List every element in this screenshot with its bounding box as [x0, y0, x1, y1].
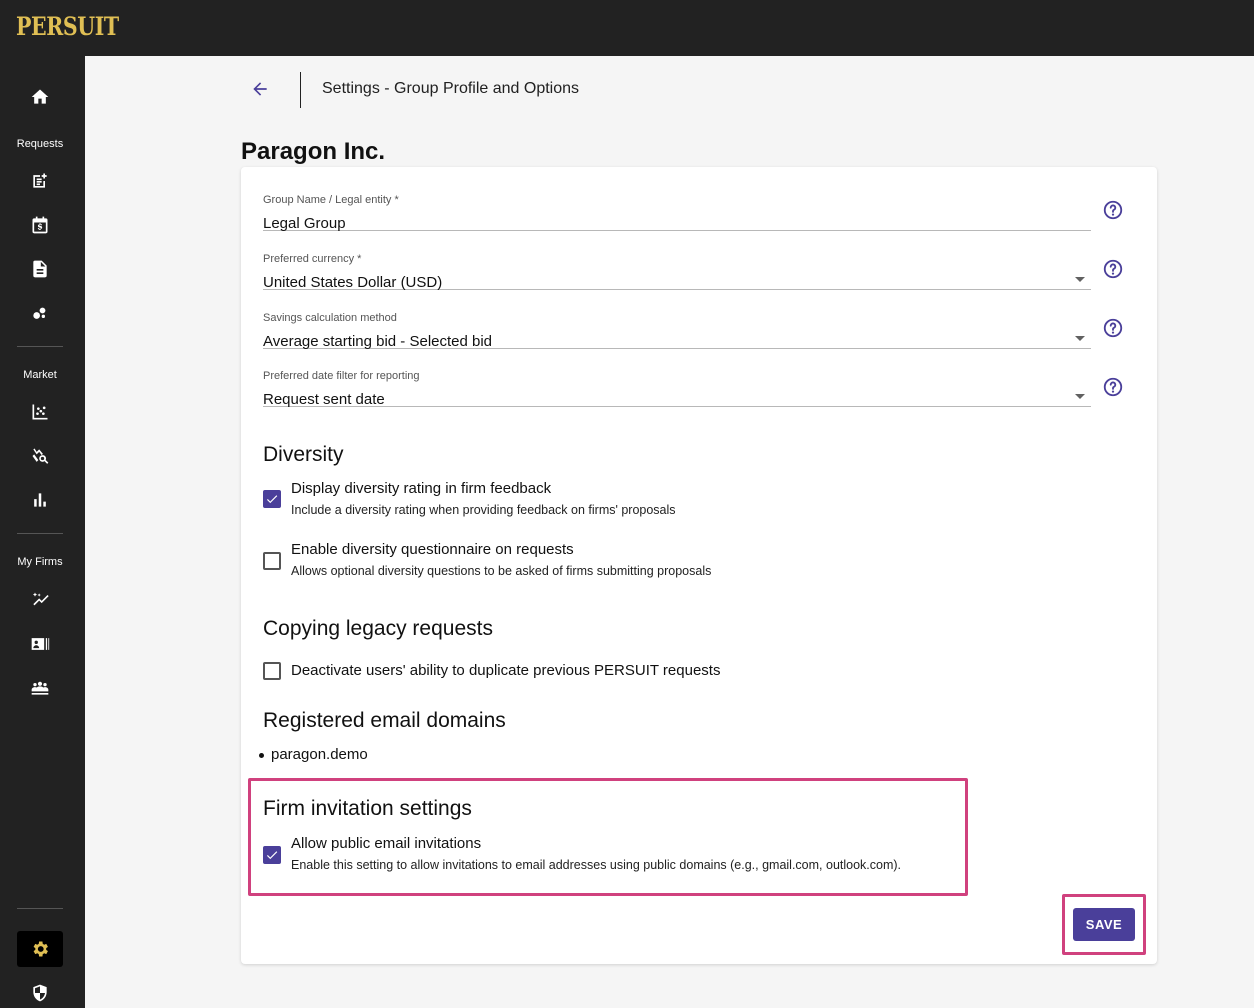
display-diversity-desc: Include a diversity rating when providin… — [291, 503, 676, 517]
document-icon[interactable] — [28, 257, 52, 281]
sidebar-label-my-firms: My Firms — [17, 556, 63, 568]
bubbles-icon[interactable] — [28, 301, 52, 325]
sidebar-divider — [17, 346, 63, 347]
help-icon[interactable] — [1102, 199, 1124, 221]
top-bar: PERSUIT — [0, 0, 1254, 56]
group-name-value[interactable]: Legal Group — [263, 215, 346, 232]
bullet-dot — [259, 753, 264, 758]
invitation-settings-highlight — [248, 778, 968, 896]
domain-text: paragon.demo — [271, 746, 368, 763]
arrow-left-icon[interactable] — [250, 79, 270, 99]
savings-method-value[interactable]: Average starting bid - Selected bid — [263, 333, 492, 350]
help-icon[interactable] — [1102, 258, 1124, 280]
sidebar: Requests Market My Firms — [0, 56, 85, 1008]
gear-icon[interactable] — [17, 931, 63, 967]
sparkle-trend-icon[interactable] — [28, 588, 52, 612]
page-title: Paragon Inc. — [241, 138, 386, 165]
chevron-down-icon[interactable] — [1075, 277, 1085, 282]
display-diversity-title: Display diversity rating in firm feedbac… — [291, 480, 552, 497]
currency-value[interactable]: United States Dollar (USD) — [263, 274, 442, 291]
deactivate-duplicate-checkbox[interactable] — [263, 662, 281, 680]
list-item: paragon.demo — [259, 746, 368, 763]
header-divider — [300, 72, 301, 108]
sidebar-divider — [17, 533, 63, 534]
chevron-down-icon[interactable] — [1075, 394, 1085, 399]
chevron-down-icon[interactable] — [1075, 336, 1085, 341]
group-name-field[interactable]: Group Name / Legal entity * Legal Group — [263, 173, 1091, 232]
scatter-chart-icon[interactable] — [28, 400, 52, 424]
sidebar-label-market: Market — [23, 369, 57, 381]
sidebar-divider — [17, 908, 63, 909]
legacy-heading: Copying legacy requests — [263, 617, 493, 640]
home-icon[interactable] — [28, 85, 52, 109]
calendar-dollar-icon[interactable] — [28, 213, 52, 237]
analytics-search-icon[interactable] — [28, 444, 52, 468]
diversity-questionnaire-desc: Allows optional diversity questions to b… — [291, 564, 712, 578]
page-subtitle: Settings - Group Profile and Options — [322, 80, 580, 97]
date-filter-label: Preferred date filter for reporting — [263, 370, 420, 382]
currency-select[interactable]: Preferred currency * United States Dolla… — [263, 232, 1091, 291]
diversity-questionnaire-checkbox[interactable] — [263, 552, 281, 570]
date-filter-select[interactable]: Preferred date filter for reporting Requ… — [263, 349, 1091, 408]
persuit-logo[interactable]: PERSUIT — [16, 12, 119, 41]
display-diversity-checkbox[interactable] — [263, 490, 281, 508]
save-button[interactable]: SAVE — [1073, 908, 1135, 941]
deactivate-duplicate-title: Deactivate users' ability to duplicate p… — [291, 662, 721, 679]
groups-icon[interactable] — [28, 676, 52, 700]
diversity-questionnaire-title: Enable diversity questionnaire on reques… — [291, 541, 574, 558]
currency-label: Preferred currency * — [263, 253, 362, 265]
date-filter-value[interactable]: Request sent date — [263, 391, 385, 408]
savings-method-label: Savings calculation method — [263, 312, 397, 324]
new-request-icon[interactable] — [28, 169, 52, 193]
help-icon[interactable] — [1102, 317, 1124, 339]
bar-chart-icon[interactable] — [28, 488, 52, 512]
help-icon[interactable] — [1102, 376, 1124, 398]
savings-method-select[interactable]: Savings calculation method Average start… — [263, 291, 1091, 350]
group-name-label: Group Name / Legal entity * — [263, 194, 399, 206]
sidebar-label-requests: Requests — [16, 138, 64, 150]
shield-icon[interactable] — [28, 981, 52, 1005]
domains-heading: Registered email domains — [263, 709, 506, 732]
contact-card-icon[interactable] — [28, 632, 52, 656]
diversity-heading: Diversity — [263, 443, 344, 466]
